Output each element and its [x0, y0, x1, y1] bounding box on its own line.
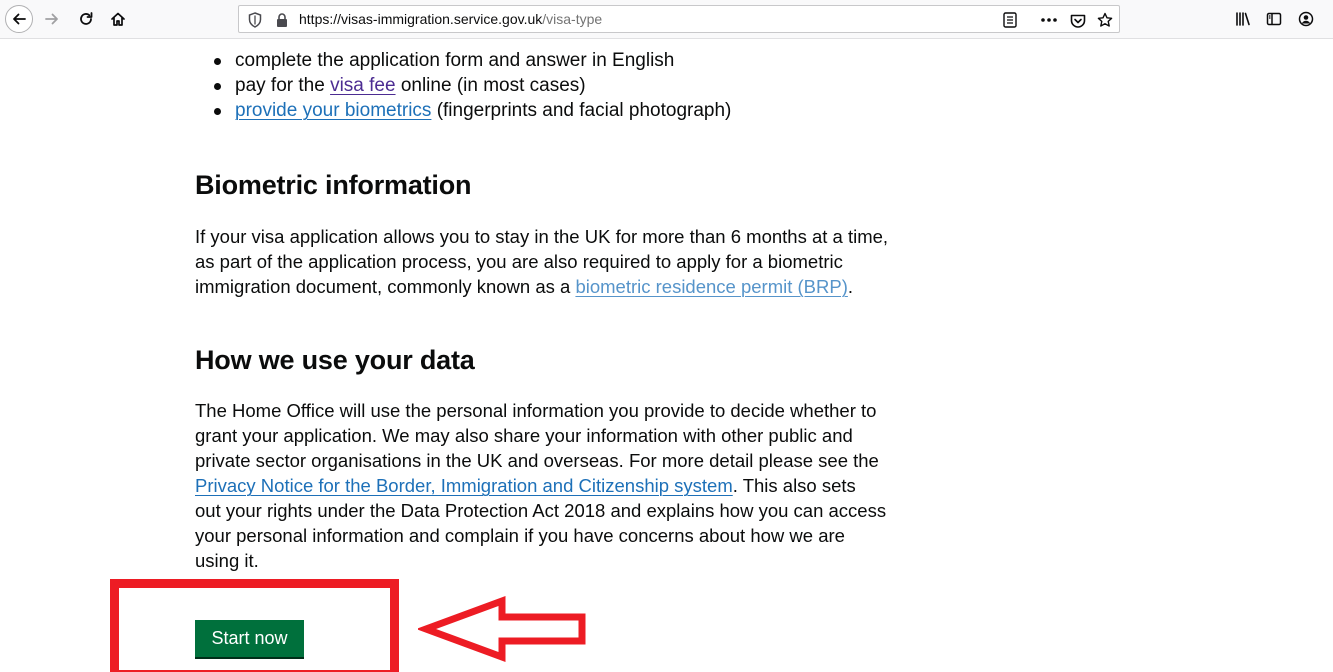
more-dots-icon[interactable]	[1039, 12, 1059, 28]
back-arrow-icon[interactable]	[5, 5, 33, 33]
list-item-text: complete the application form and answer…	[235, 50, 675, 71]
url-bar[interactable]: https://visas-immigration.service.gov.uk…	[238, 5, 1120, 33]
list-item: pay for the visa fee online (in most cas…	[213, 73, 731, 98]
paragraph-line: Privacy Notice for the Border, Immigrati…	[195, 473, 895, 498]
paragraph-text: immigration document, commonly known as …	[195, 276, 576, 297]
start-now-button[interactable]: Start now	[195, 620, 304, 657]
paragraph-line: grant your application. We may also shar…	[195, 425, 853, 446]
star-icon[interactable]	[1097, 12, 1113, 28]
url-path: /visa-type	[542, 11, 603, 27]
browser-toolbar: https://visas-immigration.service.gov.uk…	[0, 0, 1333, 39]
list-item-text: online (in most cases)	[395, 75, 586, 96]
visa-fee-link[interactable]: visa fee	[330, 75, 395, 96]
shield-icon[interactable]	[247, 12, 263, 28]
pointer-arrow-icon	[418, 595, 586, 663]
paragraph-line: private sector organisations in the UK a…	[195, 450, 879, 471]
url-text[interactable]: https://visas-immigration.service.gov.uk…	[299, 6, 602, 32]
lock-icon[interactable]	[274, 12, 290, 28]
privacy-notice-link[interactable]: Privacy Notice for the Border, Immigrati…	[195, 475, 733, 496]
forward-arrow-icon[interactable]	[38, 5, 66, 33]
url-host: https://visas-immigration.service.gov.uk	[299, 11, 543, 27]
home-icon[interactable]	[104, 5, 132, 33]
list-item: provide your biometrics (fingerprints an…	[213, 98, 732, 123]
reader-view-icon[interactable]	[1002, 12, 1018, 28]
brp-link[interactable]: biometric residence permit (BRP)	[575, 276, 847, 297]
paragraph-line: using it.	[195, 550, 259, 571]
paragraph-line: If your visa application allows you to s…	[195, 226, 889, 247]
list-item-text: (fingerprints and facial photograph)	[431, 100, 732, 121]
paragraph-line: your personal information and complain i…	[195, 525, 845, 546]
provide-biometrics-link[interactable]: provide your biometrics	[235, 100, 431, 121]
paragraph-line: immigration document, commonly known as …	[195, 274, 895, 299]
data-use-paragraph: The Home Office will use the personal in…	[195, 398, 895, 573]
pocket-icon[interactable]	[1070, 12, 1086, 28]
paragraph-text: . This also sets	[732, 475, 856, 496]
sidebar-icon[interactable]	[1260, 5, 1288, 33]
data-use-heading: How we use your data	[195, 345, 475, 375]
paragraph-text: .	[847, 276, 854, 297]
account-icon[interactable]	[1292, 5, 1320, 33]
paragraph-line: out your rights under the Data Protectio…	[195, 500, 887, 521]
reload-icon[interactable]	[72, 5, 100, 33]
list-item-text: pay for the	[235, 75, 331, 96]
biometric-paragraph: If your visa application allows you to s…	[195, 224, 895, 299]
paragraph-line: as part of the application process, you …	[195, 251, 843, 272]
library-icon[interactable]	[1229, 5, 1257, 33]
biometric-heading: Biometric information	[195, 170, 472, 200]
requirements-list: complete the application form and answer…	[213, 48, 732, 123]
paragraph-line: The Home Office will use the personal in…	[195, 400, 877, 421]
list-item: complete the application form and answer…	[213, 48, 731, 73]
